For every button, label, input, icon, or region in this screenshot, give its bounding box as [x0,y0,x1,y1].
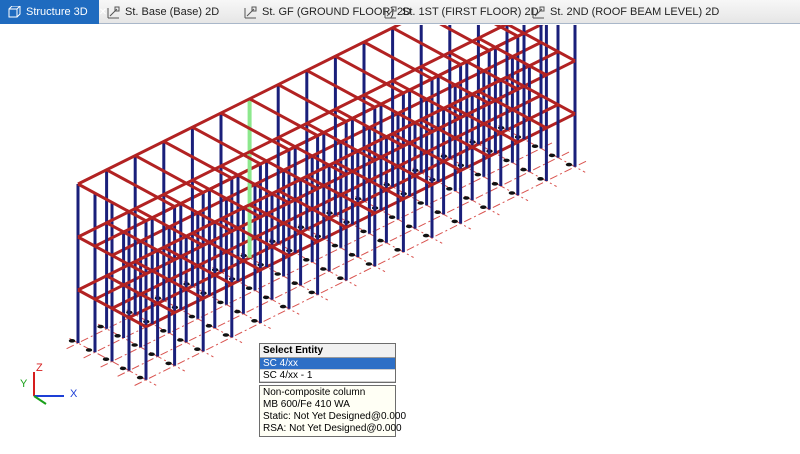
support-node[interactable] [188,314,196,319]
support-node[interactable] [222,333,230,337]
support-node[interactable] [136,375,144,380]
support-node[interactable] [417,201,424,205]
support-node[interactable] [331,243,339,248]
support-node[interactable] [446,187,453,191]
support-node[interactable] [177,338,184,342]
support-node[interactable] [119,366,127,371]
tab-label: Structure 3D [26,6,88,18]
support-node[interactable] [451,219,458,224]
support-node[interactable] [520,167,527,172]
support-node[interactable] [320,267,327,271]
support-node[interactable] [68,339,76,343]
support-node[interactable] [274,272,281,276]
support-node[interactable] [245,286,253,291]
entity-rsa-status: RSA: Not Yet Designed@0.000 [263,423,402,434]
structure-model[interactable] [0,25,800,454]
support-node[interactable] [348,253,356,257]
support-node[interactable] [365,262,373,266]
support-node[interactable] [537,177,544,181]
support-node[interactable] [131,343,138,347]
axis-triad: Z X Y [20,360,90,410]
support-node[interactable] [194,347,201,352]
tab-label: St. 1ST (FIRST FLOOR) 2D [402,6,539,18]
y-axis-line [33,395,47,405]
support-node[interactable] [480,205,487,209]
support-node[interactable] [565,162,573,167]
tab-first-floor-2d[interactable]: St. 1ST (FIRST FLOOR) 2D [376,0,539,24]
support-node[interactable] [503,158,510,163]
y-axis-label: Y [20,378,28,390]
support-node[interactable] [114,334,121,338]
tab-roof-beam-level-2d[interactable]: St. 2ND (ROOF BEAM LEVEL) 2D [524,0,724,24]
select-entity-title: Select Entity [260,344,395,358]
entity-item-sc-4-xx-1[interactable]: SC 4/xx - 1 [260,370,395,382]
storey-2d-icon [384,6,397,19]
support-node[interactable] [405,224,413,229]
support-node[interactable] [422,233,430,238]
select-entity-popup: Select Entity SC 4/xx SC 4/xx - 1 Non-co… [259,343,407,437]
support-node[interactable] [337,276,344,280]
support-node[interactable] [234,309,241,314]
entity-static-status: Static: Not Yet Designed@0.000 [263,411,407,422]
tab-label: St. Base (Base) 2D [125,6,220,18]
support-node[interactable] [360,229,367,234]
structure-3d-icon [8,5,22,19]
support-node[interactable] [148,352,155,357]
support-node[interactable] [303,258,310,262]
storey-2d-icon [532,6,545,19]
support-node[interactable] [434,210,441,214]
support-node[interactable] [97,324,104,329]
support-node[interactable] [102,357,110,362]
support-node[interactable] [217,300,224,305]
support-node[interactable] [262,295,270,300]
document-tab-bar: Structure 3D ✕ St. Base (Base) 2D St. GF… [0,0,800,24]
tab-ground-floor-2d[interactable]: St. GF (GROUND FLOOR) 2D [236,0,411,24]
support-node[interactable] [308,290,315,295]
support-node[interactable] [388,215,396,219]
support-node[interactable] [165,361,172,366]
support-node[interactable] [377,238,384,243]
support-node[interactable] [491,182,499,186]
tab-base-2d[interactable]: St. Base (Base) 2D [99,0,236,24]
storey-2d-icon [107,6,120,19]
support-node[interactable] [531,144,539,148]
support-node[interactable] [205,324,213,328]
tab-label: St. 2ND (ROOF BEAM LEVEL) 2D [550,6,720,18]
support-node[interactable] [463,196,470,200]
entity-info-tooltip: Non-composite column MB 600/Fe 410 WA St… [259,385,407,437]
support-node[interactable] [508,191,516,195]
structure-3d-viewport[interactable] [0,25,800,454]
support-node[interactable] [548,153,556,158]
tab-structure-3d[interactable]: Structure 3D ✕ [0,0,107,24]
support-node[interactable] [291,281,298,286]
x-axis-label: X [70,388,78,400]
support-node[interactable] [85,348,93,352]
entity-section: MB 600/Fe 410 WA [263,399,350,410]
entity-item-sc-4-xx[interactable]: SC 4/xx [260,358,395,370]
support-node[interactable] [279,304,287,309]
storey-2d-icon [244,6,257,19]
support-node[interactable] [474,172,482,177]
z-axis-label: Z [36,362,43,374]
entity-type: Non-composite column [263,387,366,398]
support-node[interactable] [394,248,401,252]
support-node[interactable] [160,329,167,333]
select-entity-list: Select Entity SC 4/xx SC 4/xx - 1 [259,343,396,383]
support-node[interactable] [251,319,258,323]
